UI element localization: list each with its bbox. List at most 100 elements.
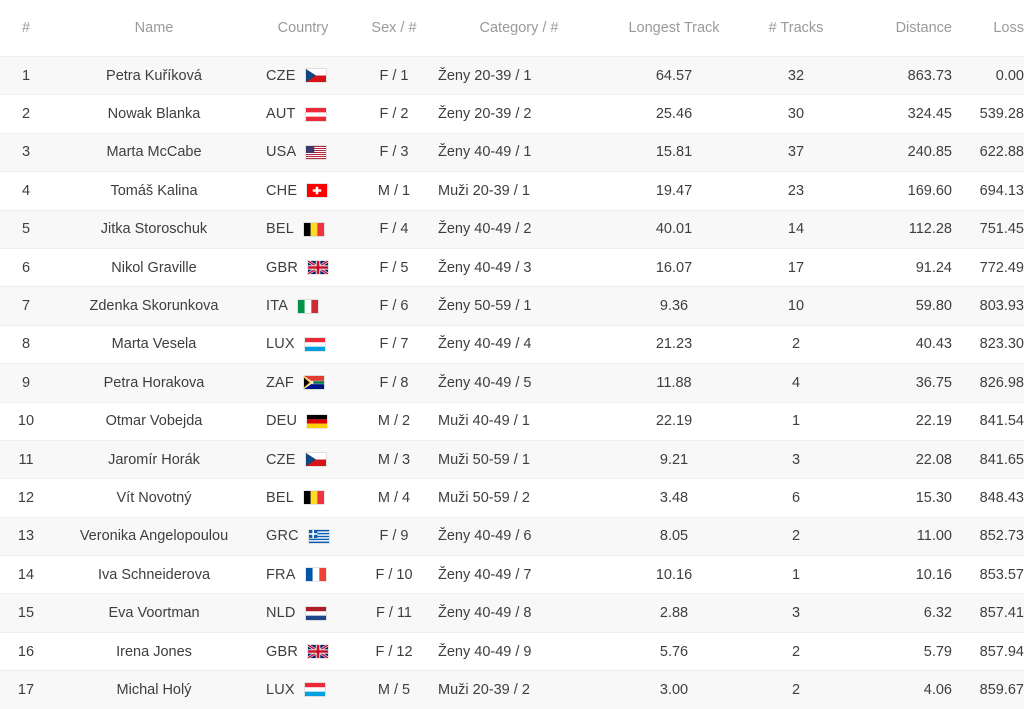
cell-sex: F / 3 [350, 132, 438, 172]
cell-num-tracks: 14 [748, 209, 844, 249]
cell-country: USA [256, 132, 350, 172]
table-row[interactable]: 7 Zdenka Skorunkova ITA F / 6 Ženy 50-59 / 1… [0, 286, 1024, 326]
cell-sex: F / 5 [350, 247, 438, 287]
cell-distance: 22.08 [844, 439, 952, 479]
table-row[interactable]: 12 Vít Novotný BEL M / 4 Muži 50-59 / 2 3.48 6… [0, 478, 1024, 518]
cell-distance: 324.45 [844, 94, 952, 134]
table-row[interactable]: 1 Petra Kuříková CZE F / 1 Ženy 20-39 / 1 64.… [0, 55, 1024, 95]
cell-rank: 9 [0, 363, 52, 403]
table-row[interactable]: 9 Petra Horakova ZAF F / 8 Ženy 40-49 / 5 11.… [0, 363, 1024, 403]
cell-name: Marta Vesela [52, 324, 256, 364]
cell-num-tracks: 3 [748, 439, 844, 479]
country-cell: LUX [256, 682, 350, 698]
country-cell: ZAF [256, 375, 350, 391]
cell-longest-track: 19.47 [600, 171, 748, 211]
table-row[interactable]: 13 Veronika Angelopoulou GRC F / 9 Ženy 40-4… [0, 516, 1024, 556]
cell-num-tracks: 2 [748, 324, 844, 364]
cell-name: Veronika Angelopoulou [52, 516, 256, 556]
country-code: GBR [266, 259, 299, 276]
table-row[interactable]: 5 Jitka Storoschuk BEL F / 4 Ženy 40-49 / 24… [0, 209, 1024, 249]
cell-rank: 7 [0, 286, 52, 326]
cell-distance: 112.28 [844, 209, 952, 249]
cell-loss: 539.28 [952, 94, 1024, 134]
cell-longest-track: 21.23 [600, 324, 748, 364]
cell-rank: 17 [0, 670, 52, 709]
cell-distance: 4.06 [844, 670, 952, 709]
cell-distance: 169.60 [844, 171, 952, 211]
cell-distance: 10.16 [844, 555, 952, 594]
results-table: # Name Country Sex / # Category / # Long… [0, 0, 1024, 709]
country-cell: BEL [256, 490, 350, 506]
flag-lux-icon [303, 682, 326, 698]
table-row[interactable]: 3 Marta McCabe USA F / 3 Ženy 40-49 / 1 15.81… [0, 132, 1024, 172]
cell-rank: 6 [0, 247, 52, 287]
cell-rank: 16 [0, 631, 52, 671]
cell-loss: 857.41 [952, 593, 1024, 633]
cell-distance: 59.80 [844, 286, 952, 326]
flag-che-icon [306, 183, 329, 199]
country-cell: AUT [256, 106, 350, 122]
cell-name: Nowak Blanka [52, 94, 256, 134]
cell-longest-track: 10.16 [600, 555, 748, 594]
table-row[interactable]: 14 Iva Schneiderova FRA F / 10 Ženy 40-49 / … [0, 555, 1024, 594]
table-row[interactable]: 17 Michal Holý LUX M / 5 Muži 20-39 / 2 3.00 2… [0, 670, 1024, 709]
flag-cze-icon [304, 452, 327, 468]
table-row[interactable]: 4 Tomáš Kalina CHE M / 1 Muži 20-39 / 1 19.47… [0, 171, 1024, 211]
cell-distance: 36.75 [844, 363, 952, 403]
flag-lux-icon [303, 336, 326, 352]
table-row[interactable]: 8 Marta Vesela LUX F / 7 Ženy 40-49 / 4 21.23… [0, 324, 1024, 364]
cell-name: Vít Novotný [52, 478, 256, 518]
column-header-loss[interactable]: Loss [952, 0, 1024, 57]
column-header-distance[interactable]: Distance [844, 0, 952, 57]
cell-sex: M / 4 [350, 478, 438, 518]
column-header-country[interactable]: Country [256, 0, 350, 57]
cell-longest-track: 25.46 [600, 94, 748, 134]
cell-longest-track: 8.05 [600, 516, 748, 556]
table-row[interactable]: 2 Nowak Blanka AUT F / 2 Ženy 20-39 / 2 25.46… [0, 94, 1024, 134]
cell-country: FRA [256, 555, 350, 594]
column-header-category[interactable]: Category / # [438, 0, 600, 57]
flag-ita-icon [297, 298, 320, 314]
cell-country: GBR [256, 631, 350, 671]
cell-loss: 803.93 [952, 286, 1024, 326]
cell-sex: F / 8 [350, 363, 438, 403]
column-header-name[interactable]: Name [52, 0, 256, 57]
cell-category: Ženy 50-59 / 1 [438, 286, 600, 326]
country-code: FRA [266, 566, 296, 583]
cell-loss: 694.13 [952, 171, 1024, 211]
cell-distance: 5.79 [844, 631, 952, 671]
table-row[interactable]: 10 Otmar Vobejda DEU M / 2 Muži 40-49 / 1 22.… [0, 401, 1024, 441]
flag-gbr-icon [307, 644, 330, 660]
cell-rank: 3 [0, 132, 52, 172]
column-header-longest-track[interactable]: Longest Track [600, 0, 748, 57]
column-header-rank[interactable]: # [0, 0, 52, 57]
header-row: # Name Country Sex / # Category / # Long… [0, 0, 1024, 57]
country-cell: USA [256, 144, 350, 160]
cell-rank: 12 [0, 478, 52, 518]
cell-num-tracks: 10 [748, 286, 844, 326]
cell-sex: F / 9 [350, 516, 438, 556]
cell-name: Irena Jones [52, 631, 256, 671]
cell-longest-track: 11.88 [600, 363, 748, 403]
cell-longest-track: 15.81 [600, 132, 748, 172]
cell-category: Ženy 40-49 / 4 [438, 324, 600, 364]
table-row[interactable]: 6 Nikol Graville GBR F / 5 Ženy 40-49 / 3 16.… [0, 247, 1024, 287]
column-header-sex[interactable]: Sex / # [350, 0, 438, 57]
cell-sex: F / 12 [350, 631, 438, 671]
column-header-num-tracks[interactable]: # Tracks [748, 0, 844, 57]
cell-loss: 841.65 [952, 439, 1024, 479]
country-code: BEL [266, 221, 295, 238]
country-cell: CHE [256, 183, 350, 199]
cell-sex: M / 1 [350, 171, 438, 211]
cell-name: Eva Voortman [52, 593, 256, 633]
table-row[interactable]: 15 Eva Voortman NLD F / 11 Ženy 40-49 / 8 2.8… [0, 593, 1024, 633]
cell-category: Ženy 20-39 / 1 [438, 55, 600, 95]
cell-country: CZE [256, 55, 350, 95]
cell-loss: 826.98 [952, 363, 1024, 403]
table-row[interactable]: 11 Jaromír Horák CZE M / 3 Muži 50-59 / 1 9.2… [0, 439, 1024, 479]
table-row[interactable]: 16 Irena Jones GBR F / 12 Ženy 40-49 / 9 5.76… [0, 631, 1024, 671]
cell-distance: 11.00 [844, 516, 952, 556]
cell-distance: 40.43 [844, 324, 952, 364]
cell-category: Ženy 40-49 / 8 [438, 593, 600, 633]
cell-rank: 4 [0, 171, 52, 211]
